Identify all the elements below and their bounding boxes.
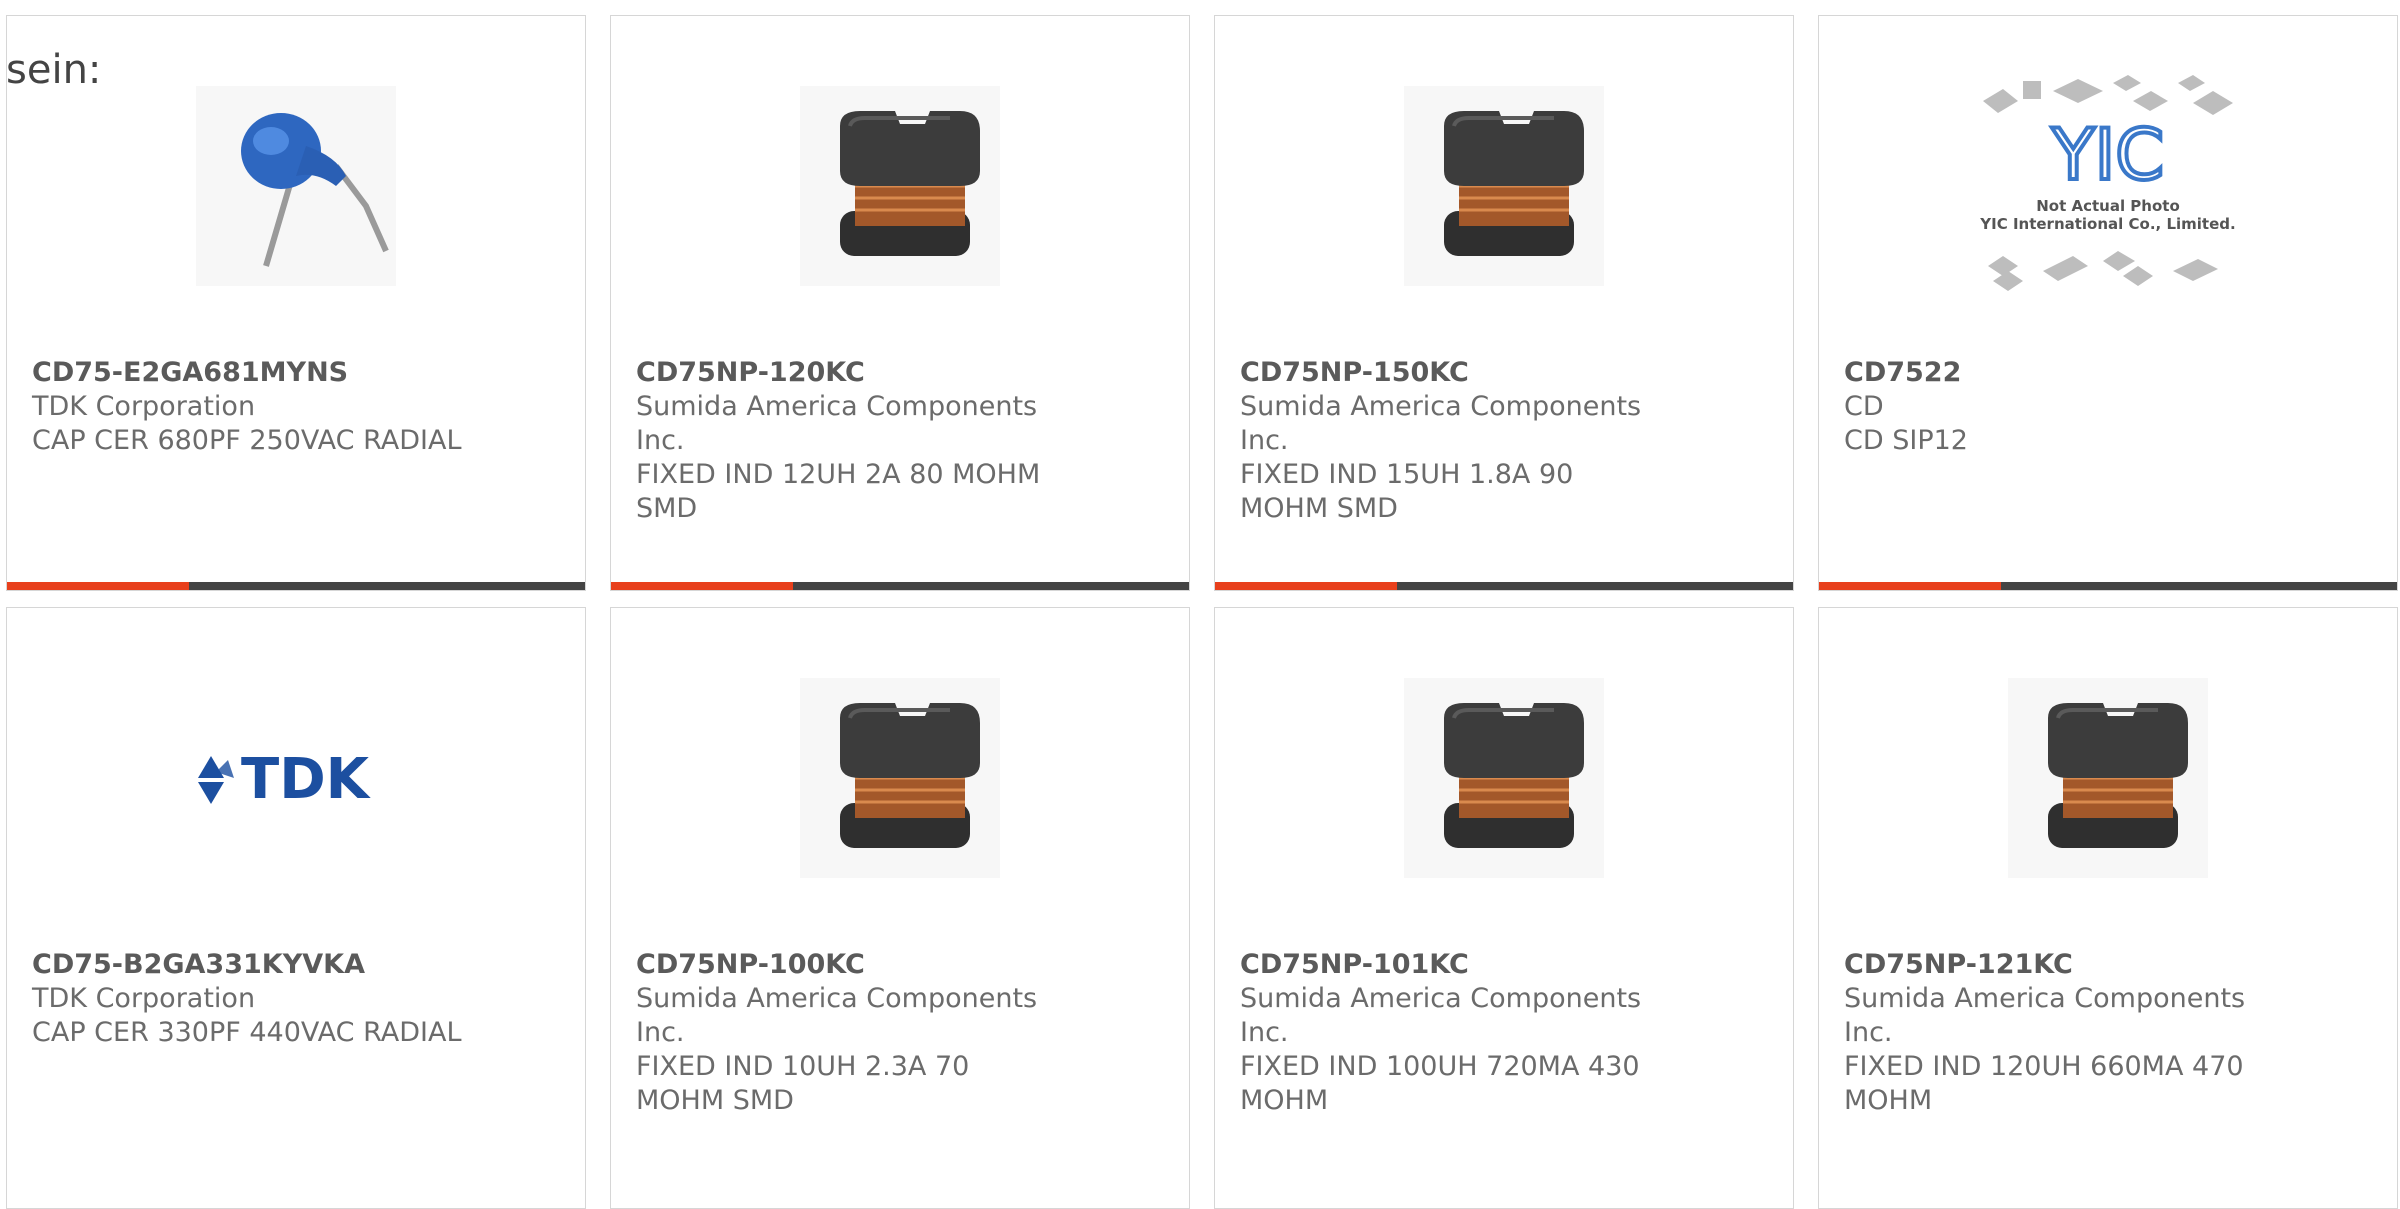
- description: FIXED IND 12UH 2A 80 MOHM SMD: [636, 459, 1041, 524]
- manufacturer: Sumida America Components Inc.: [636, 391, 1038, 456]
- page-heading-fragment: sein:: [6, 47, 102, 93]
- product-image: [1819, 678, 2397, 878]
- product-image: [611, 678, 1189, 878]
- manufacturer: TDK Corporation: [32, 391, 256, 422]
- product-info: CD75NP-121KC Sumida America Components I…: [1844, 948, 2274, 1118]
- tdk-wordmark: TDK: [241, 747, 372, 812]
- product-image: [7, 86, 585, 286]
- product-info: CD7522 CD CD SIP12: [1844, 356, 2274, 458]
- manufacturer: CD: [1844, 391, 1884, 422]
- product-info: CD75-E2GA681MYNS TDK Corporation CAP CER…: [32, 356, 462, 458]
- product-info: CD75NP-120KC Sumida America Components I…: [636, 356, 1066, 526]
- product-info: CD75NP-150KC Sumida America Components I…: [1240, 356, 1670, 526]
- card-accent-bar: [7, 582, 585, 590]
- description: FIXED IND 15UH 1.8A 90 MOHM SMD: [1240, 459, 1574, 524]
- description: CD SIP12: [1844, 425, 1968, 456]
- description: CAP CER 680PF 250VAC RADIAL: [32, 425, 462, 456]
- product-image: [611, 86, 1189, 286]
- yic-caption-line2: YIC International Co., Limited.: [1979, 215, 2235, 233]
- part-number[interactable]: CD75NP-150KC: [1240, 356, 1670, 390]
- smd-inductor-photo: [1404, 86, 1604, 286]
- product-info: CD75NP-101KC Sumida America Components I…: [1240, 948, 1670, 1118]
- manufacturer: Sumida America Components Inc.: [636, 983, 1038, 1048]
- product-info: CD75-B2GA331KYVKA TDK Corporation CAP CE…: [32, 948, 462, 1050]
- product-image: [1215, 678, 1793, 878]
- card-accent-bar: [611, 582, 1189, 590]
- product-card[interactable]: CD75NP-121KC Sumida America Components I…: [1818, 607, 2398, 1209]
- yic-caption-line1: Not Actual Photo: [2036, 197, 2180, 215]
- card-accent-bar-fill: [7, 582, 189, 590]
- ceramic-capacitor-photo: [196, 86, 396, 286]
- description: FIXED IND 10UH 2.3A 70 MOHM SMD: [636, 1051, 970, 1116]
- product-grid-row-2: TDK CD75-B2GA331KYVKA TDK Corporation CA…: [6, 607, 2398, 1209]
- part-number[interactable]: CD75NP-100KC: [636, 948, 1066, 982]
- part-number[interactable]: CD75-B2GA331KYVKA: [32, 948, 462, 982]
- description: FIXED IND 100UH 720MA 430 MOHM: [1240, 1051, 1640, 1116]
- card-accent-bar-fill: [1215, 582, 1397, 590]
- smd-inductor-photo: [1404, 678, 1604, 878]
- product-grid: CD75-E2GA681MYNS TDK Corporation CAP CER…: [6, 15, 2398, 591]
- part-number[interactable]: CD75NP-101KC: [1240, 948, 1670, 982]
- product-card[interactable]: TDK CD75-B2GA331KYVKA TDK Corporation CA…: [6, 607, 586, 1209]
- description: FIXED IND 120UH 660MA 470 MOHM: [1844, 1051, 2244, 1116]
- product-image: [1215, 86, 1793, 286]
- part-number[interactable]: CD7522: [1844, 356, 2274, 390]
- product-card[interactable]: YIC Not Actual Photo YIC International C…: [1818, 15, 2398, 591]
- manufacturer: TDK Corporation: [32, 983, 256, 1014]
- part-number[interactable]: CD75NP-120KC: [636, 356, 1066, 390]
- product-card[interactable]: CD75NP-101KC Sumida America Components I…: [1214, 607, 1794, 1209]
- smd-inductor-photo: [800, 678, 1000, 878]
- product-card[interactable]: CD75-E2GA681MYNS TDK Corporation CAP CER…: [6, 15, 586, 591]
- card-accent-bar: [1215, 582, 1793, 590]
- product-info: CD75NP-100KC Sumida America Components I…: [636, 948, 1066, 1118]
- product-card[interactable]: CD75NP-150KC Sumida America Components I…: [1214, 15, 1794, 591]
- card-accent-bar-fill: [611, 582, 793, 590]
- smd-inductor-photo: [2008, 678, 2208, 878]
- product-image: TDK: [7, 678, 585, 878]
- manufacturer: Sumida America Components Inc.: [1240, 391, 1642, 456]
- product-card[interactable]: CD75NP-120KC Sumida America Components I…: [610, 15, 1190, 591]
- smd-inductor-photo: [800, 86, 1000, 286]
- yic-logo: YIC: [2051, 114, 2164, 196]
- description: CAP CER 330PF 440VAC RADIAL: [32, 1017, 462, 1048]
- manufacturer: Sumida America Components Inc.: [1844, 983, 2246, 1048]
- yic-placeholder-image: YIC Not Actual Photo YIC International C…: [1963, 61, 2253, 311]
- manufacturer: Sumida America Components Inc.: [1240, 983, 1642, 1048]
- tdk-logo: TDK: [198, 747, 372, 812]
- card-accent-bar: [1819, 582, 2397, 590]
- part-number[interactable]: CD75NP-121KC: [1844, 948, 2274, 982]
- card-accent-bar-fill: [1819, 582, 2001, 590]
- product-card[interactable]: CD75NP-100KC Sumida America Components I…: [610, 607, 1190, 1209]
- part-number[interactable]: CD75-E2GA681MYNS: [32, 356, 462, 390]
- product-image: YIC Not Actual Photo YIC International C…: [1819, 61, 2397, 311]
- tdk-mark-icon: [198, 756, 234, 804]
